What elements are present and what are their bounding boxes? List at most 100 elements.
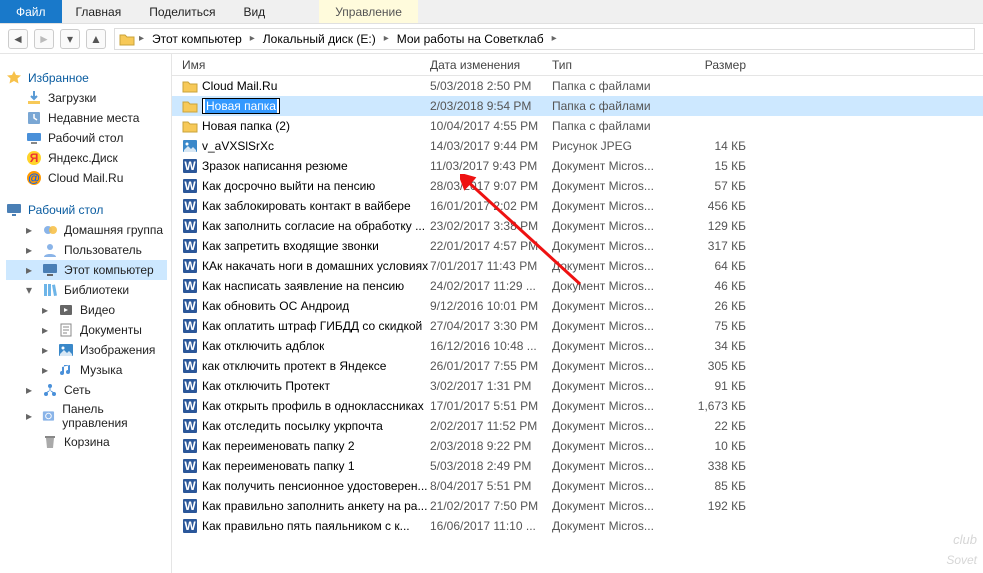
breadcrumb-bar[interactable]: ▸ Этот компьютер ▸ Локальный диск (E:) ▸… (114, 28, 975, 50)
file-date: 10/04/2017 4:55 PM (430, 119, 552, 133)
file-date: 2/03/2018 9:22 PM (430, 439, 552, 453)
tree-toggle-icon[interactable]: ▸ (26, 223, 36, 237)
nav-favorite-item[interactable]: Яндекс.Диск (6, 148, 167, 168)
file-row[interactable]: Как открыть профиль в одноклассниках 17/… (172, 396, 983, 416)
file-date: 5/03/2018 2:49 PM (430, 459, 552, 473)
column-type[interactable]: Тип (552, 58, 668, 72)
nav-tree-item[interactable]: ▸ Этот компьютер (6, 260, 167, 280)
file-menu[interactable]: Файл (0, 0, 62, 23)
file-row[interactable]: v_aVXSlSrXc 14/03/2017 9:44 PM Рисунок J… (172, 136, 983, 156)
file-row[interactable]: Как оплатить штраф ГИБДД со скидкой 27/0… (172, 316, 983, 336)
file-date: 9/12/2016 10:01 PM (430, 299, 552, 313)
file-row[interactable]: Как отключить адблок 16/12/2016 10:48 ..… (172, 336, 983, 356)
file-row[interactable]: Как правильно заполнить анкету на ра... … (172, 496, 983, 516)
file-row[interactable]: Как отключить Протект 3/02/2017 1:31 PM … (172, 376, 983, 396)
tree-toggle-icon[interactable]: ▸ (26, 243, 36, 257)
column-size[interactable]: Размер (668, 58, 746, 72)
file-row[interactable]: Новая папка (2) 10/04/2017 4:55 PM Папка… (172, 116, 983, 136)
chevron-right-icon[interactable]: ▸ (552, 33, 557, 44)
nav-up-button[interactable]: ▲ (86, 29, 106, 49)
monitor-icon (6, 202, 22, 218)
file-row[interactable]: Как переименовать папку 2 2/03/2018 9:22… (172, 436, 983, 456)
nav-favorite-item[interactable]: Рабочий стол (6, 128, 167, 148)
nav-back-button[interactable]: ◄ (8, 29, 28, 49)
tree-toggle-icon[interactable]: ▸ (42, 323, 52, 337)
tree-toggle-icon[interactable]: ▸ (42, 363, 52, 377)
nav-favorite-item[interactable]: Cloud Mail.Ru (6, 168, 167, 188)
tree-toggle-icon[interactable]: ▾ (26, 283, 36, 297)
file-row[interactable]: Как переименовать папку 1 5/03/2018 2:49… (172, 456, 983, 476)
nav-history-dropdown[interactable]: ▾ (60, 29, 80, 49)
file-row[interactable]: Как заполнить согласие на обработку ... … (172, 216, 983, 236)
word-icon (182, 458, 198, 474)
folder-icon (182, 98, 198, 114)
nav-tree-item[interactable]: ▸ Музыка (6, 360, 167, 380)
file-row[interactable]: как отключить протект в Яндексе 26/01/20… (172, 356, 983, 376)
column-date[interactable]: Дата изменения (430, 58, 552, 72)
nav-forward-button[interactable]: ► (34, 29, 54, 49)
nav-tree-item[interactable]: ▸ Домашняя группа (6, 220, 167, 240)
nav-tree-item[interactable]: ▸ Документы (6, 320, 167, 340)
crumb-drive-e[interactable]: Локальный диск (E:) (259, 32, 380, 46)
nav-tree-item[interactable]: ▾ Библиотеки (6, 280, 167, 300)
tab-manage[interactable]: Управление (319, 0, 418, 23)
navigation-pane: Избранное Загрузки Недавние места Рабочи… (0, 54, 172, 573)
desktop-header[interactable]: Рабочий стол (6, 202, 167, 218)
file-row[interactable]: КАк накачать ноги в домашних условиях 7/… (172, 256, 983, 276)
file-row[interactable]: Как правильно пять паяльником с к... 16/… (172, 516, 983, 536)
tree-toggle-icon[interactable]: ▸ (26, 383, 36, 397)
tab-view[interactable]: Вид (229, 0, 279, 23)
file-name: Как досрочно выйти на пенсию (202, 179, 375, 193)
word-icon (182, 178, 198, 194)
file-type: Документ Micros... (552, 359, 668, 373)
tree-toggle-icon[interactable]: ▸ (42, 303, 52, 317)
address-bar-row: ◄ ► ▾ ▲ ▸ Этот компьютер ▸ Локальный дис… (0, 24, 983, 54)
nav-tree-item[interactable]: ▸ Сеть (6, 380, 167, 400)
file-row[interactable]: Cloud Mail.Ru 5/03/2018 2:50 PM Папка с … (172, 76, 983, 96)
file-row[interactable]: Как насписать заявление на пенсию 24/02/… (172, 276, 983, 296)
nav-favorite-item[interactable]: Недавние места (6, 108, 167, 128)
chevron-right-icon[interactable]: ▸ (139, 33, 144, 44)
rename-input[interactable]: Новая папка (202, 98, 280, 114)
crumb-this-pc[interactable]: Этот компьютер (148, 32, 246, 46)
file-date: 17/01/2017 5:51 PM (430, 399, 552, 413)
file-size: 85 КБ (668, 479, 746, 493)
nav-favorite-item[interactable]: Загрузки (6, 88, 167, 108)
tab-home[interactable]: Главная (62, 0, 136, 23)
file-type: Документ Micros... (552, 159, 668, 173)
file-name: Как заполнить согласие на обработку ... (202, 219, 425, 233)
tree-toggle-icon[interactable]: ▸ (42, 343, 52, 357)
file-row[interactable]: Новая папка 2/03/2018 9:54 PM Папка с фа… (172, 96, 983, 116)
recent-icon (26, 110, 42, 126)
word-icon (182, 278, 198, 294)
tree-toggle-icon[interactable]: ▸ (26, 263, 36, 277)
file-type: Документ Micros... (552, 299, 668, 313)
file-row[interactable]: Как обновить ОС Андроид 9/12/2016 10:01 … (172, 296, 983, 316)
nav-tree-item[interactable]: ▸ Пользователь (6, 240, 167, 260)
file-row[interactable]: Как получить пенсионное удостоверен... 8… (172, 476, 983, 496)
watermark: club Sovet (946, 531, 977, 569)
chevron-right-icon[interactable]: ▸ (384, 33, 389, 44)
crumb-current-folder[interactable]: Мои работы на Советклаб (393, 32, 548, 46)
tree-toggle-icon[interactable]: ▸ (26, 409, 35, 423)
nav-tree-item[interactable]: ▸ Панель управления (6, 400, 167, 432)
column-headers: Имя Дата изменения Тип Размер (172, 54, 983, 76)
file-name: Cloud Mail.Ru (202, 79, 277, 93)
file-row[interactable]: Как отследить посылку укрпочта 2/02/2017… (172, 416, 983, 436)
file-row[interactable]: Как досрочно выйти на пенсию 28/03/2017 … (172, 176, 983, 196)
nav-tree-item[interactable]: Корзина (6, 432, 167, 452)
file-date: 3/02/2017 1:31 PM (430, 379, 552, 393)
tab-share[interactable]: Поделиться (135, 0, 229, 23)
column-name[interactable]: Имя (182, 58, 430, 72)
chevron-right-icon[interactable]: ▸ (250, 33, 255, 44)
word-icon (182, 438, 198, 454)
file-row[interactable]: Как заблокировать контакт в вайбере 16/0… (172, 196, 983, 216)
nav-tree-item[interactable]: ▸ Видео (6, 300, 167, 320)
file-type: Документ Micros... (552, 319, 668, 333)
word-icon (182, 358, 198, 374)
favorites-header[interactable]: Избранное (6, 70, 167, 86)
nav-tree-item[interactable]: ▸ Изображения (6, 340, 167, 360)
file-row[interactable]: Зразок написання резюме 11/03/2017 9:43 … (172, 156, 983, 176)
file-row[interactable]: Как запретить входящие звонки 22/01/2017… (172, 236, 983, 256)
file-size: 46 КБ (668, 279, 746, 293)
